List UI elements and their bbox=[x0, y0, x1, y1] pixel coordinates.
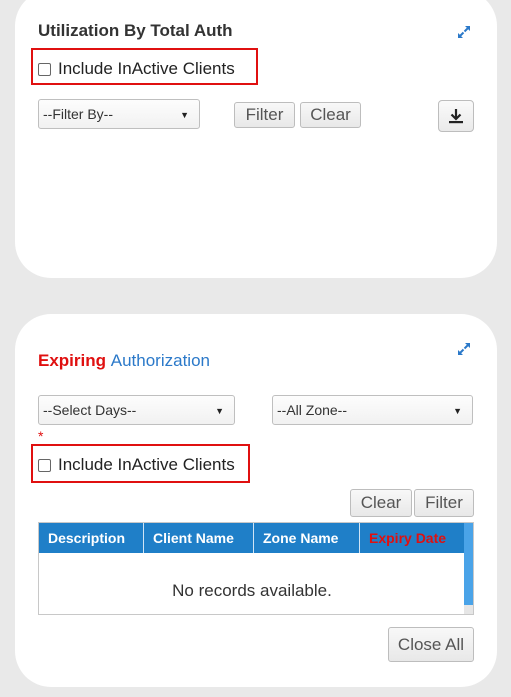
expiring-auth-title: Expiring Authorization bbox=[38, 351, 210, 371]
no-records-message: No records available. bbox=[172, 581, 332, 600]
select-days-select[interactable]: --Select Days-- ▼ bbox=[38, 395, 235, 425]
include-inactive-label: Include InActive Clients bbox=[58, 455, 235, 474]
include-inactive-label: Include InActive Clients bbox=[58, 59, 235, 78]
grid-header: Description Client Name Zone Name Expiry… bbox=[39, 523, 465, 553]
zone-select[interactable]: --All Zone-- ▼ bbox=[272, 395, 473, 425]
include-inactive-row[interactable]: Include InActive Clients bbox=[38, 59, 235, 79]
close-all-button[interactable]: Close All bbox=[388, 627, 474, 662]
column-header-client-name[interactable]: Client Name bbox=[144, 523, 254, 553]
expand-icon[interactable] bbox=[456, 341, 472, 357]
clear-button[interactable]: Clear bbox=[300, 102, 361, 128]
grid-scrollbar-thumb[interactable] bbox=[464, 523, 473, 605]
chevron-down-icon: ▼ bbox=[453, 406, 462, 416]
required-marker: * bbox=[38, 428, 44, 444]
clear-button[interactable]: Clear bbox=[350, 489, 412, 517]
filter-button[interactable]: Filter bbox=[414, 489, 474, 517]
expand-icon[interactable] bbox=[456, 24, 472, 40]
column-header-zone-name[interactable]: Zone Name bbox=[254, 523, 360, 553]
download-button[interactable] bbox=[438, 100, 474, 132]
include-inactive-checkbox[interactable] bbox=[38, 458, 51, 472]
column-header-description[interactable]: Description bbox=[39, 523, 144, 553]
filter-by-select[interactable]: --Filter By-- ▼ bbox=[38, 99, 200, 129]
include-inactive-checkbox[interactable] bbox=[38, 62, 51, 76]
column-header-expiry-date[interactable]: Expiry Date bbox=[360, 523, 465, 553]
zone-select-value: --All Zone-- bbox=[277, 402, 348, 418]
expiring-auth-card: Expiring Authorization --Select Days-- ▼… bbox=[15, 314, 497, 687]
grid-scrollbar[interactable] bbox=[464, 523, 473, 614]
filter-button[interactable]: Filter bbox=[234, 102, 295, 128]
select-days-value: --Select Days-- bbox=[43, 402, 137, 418]
utilization-card: Utilization By Total Auth Include InActi… bbox=[15, 0, 497, 278]
chevron-down-icon: ▼ bbox=[180, 110, 189, 120]
expiring-title-part1: Expiring bbox=[38, 351, 107, 370]
expiring-title-part2: Authorization bbox=[110, 351, 210, 370]
include-inactive-row[interactable]: Include InActive Clients bbox=[38, 455, 235, 475]
expiring-auth-grid: Description Client Name Zone Name Expiry… bbox=[38, 522, 474, 615]
filter-by-select-value: --Filter By-- bbox=[43, 106, 113, 122]
download-icon bbox=[449, 109, 463, 124]
chevron-down-icon: ▼ bbox=[215, 406, 224, 416]
utilization-card-title: Utilization By Total Auth bbox=[38, 21, 233, 40]
